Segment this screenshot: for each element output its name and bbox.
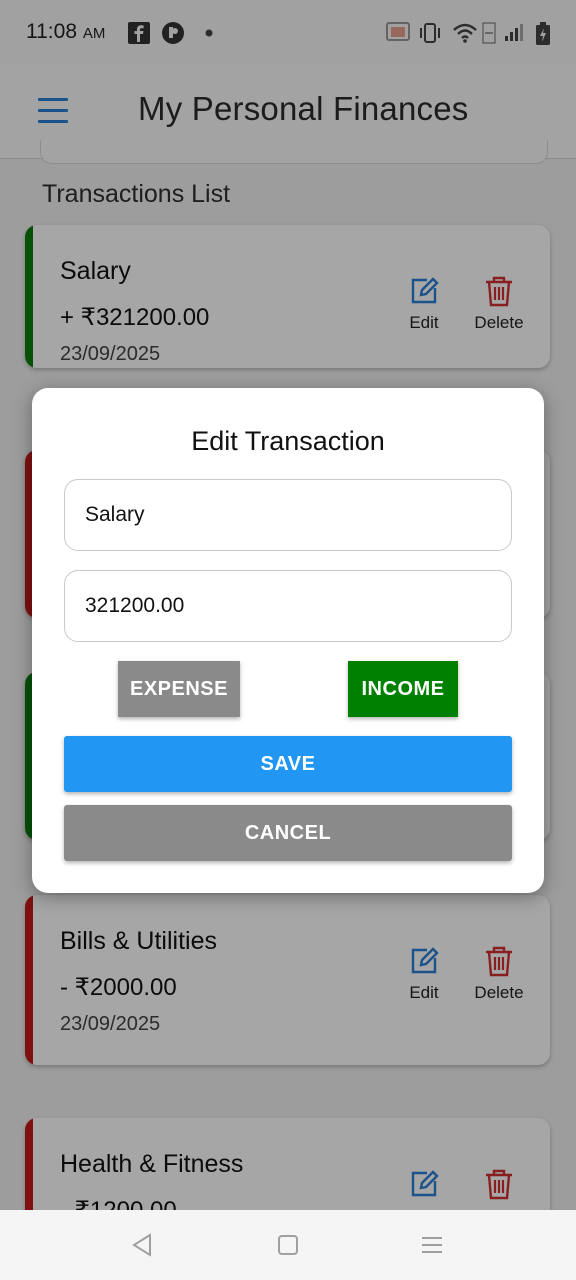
- recents-lines-icon[interactable]: [421, 1235, 443, 1255]
- expense-type-button[interactable]: EXPENSE: [118, 661, 240, 717]
- dialog-title: Edit Transaction: [191, 426, 385, 456]
- save-button[interactable]: SAVE: [64, 736, 512, 792]
- app-screen: 11:08 AM My Personal Finances Transactio…: [0, 0, 576, 1210]
- cancel-button[interactable]: CANCEL: [64, 805, 512, 861]
- system-nav-bar: [0, 1210, 576, 1280]
- transaction-amount-input[interactable]: [64, 570, 512, 642]
- home-square-icon[interactable]: [277, 1234, 299, 1256]
- transaction-name-input[interactable]: [64, 479, 512, 551]
- edit-transaction-dialog: Edit Transaction EXPENSE INCOME SAVE CAN…: [32, 388, 544, 893]
- income-type-button[interactable]: INCOME: [348, 661, 458, 717]
- back-triangle-icon[interactable]: [130, 1232, 154, 1258]
